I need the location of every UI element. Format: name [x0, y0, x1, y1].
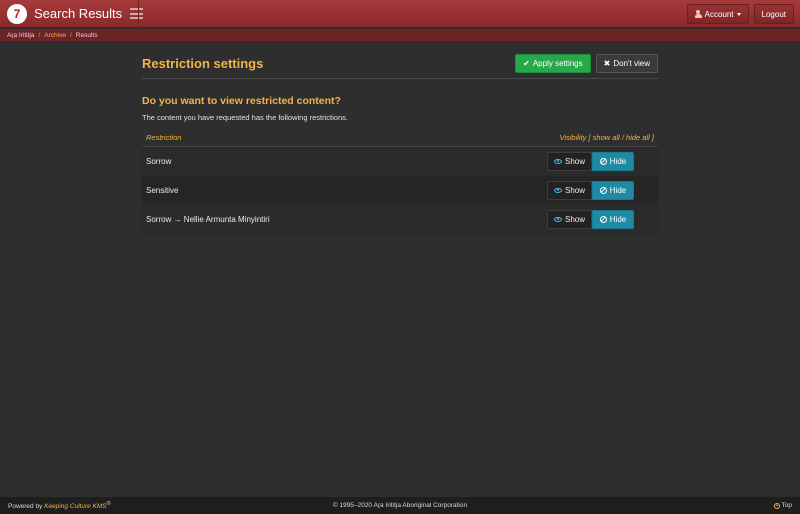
eye-icon — [553, 216, 562, 222]
restriction-question: Do you want to view restricted content? — [142, 95, 341, 107]
logout-button[interactable]: Logout — [753, 4, 794, 24]
ban-icon — [599, 186, 607, 194]
powered-by: Powered by Keeping Culture KMS® — [8, 500, 111, 511]
arrow-up-circle-icon — [773, 502, 780, 509]
close-icon: ✖ — [603, 58, 611, 68]
hide-button[interactable]: Hide — [592, 180, 634, 200]
breadcrumb: Aṟa Irititja / Archive / Results — [0, 29, 800, 41]
show-all-link[interactable]: show all — [593, 133, 620, 142]
user-icon — [694, 10, 702, 18]
table-row: Sorrow → Nellie Armunta Minyintiri Show … — [142, 205, 658, 234]
show-button[interactable]: Show — [547, 209, 592, 229]
table-row: Sorrow Show Hide — [142, 147, 658, 176]
eye-icon — [553, 158, 562, 164]
navbar: 7 Search Results Account Logout — [0, 0, 800, 28]
show-button[interactable]: Show — [547, 180, 592, 200]
breadcrumb-separator: / — [38, 31, 41, 39]
breadcrumb-home[interactable]: Aṟa Irititja — [7, 32, 34, 39]
breadcrumb-results: Results — [75, 31, 98, 39]
dont-view-button[interactable]: ✖ Don't view — [595, 53, 658, 73]
hamburger-menu-icon[interactable] — [130, 8, 144, 19]
copyright: © 1995–2020 Aṟa Irititja Aboriginal Corp… — [332, 502, 468, 509]
footer: Powered by Keeping Culture KMS® © 1995–2… — [0, 497, 800, 514]
navbar-divider — [138, 0, 139, 28]
visibility-toggle: Show Hide — [547, 209, 634, 229]
restrictions-table: Restriction Visibility [ show all / hide… — [142, 128, 658, 234]
check-icon: ✔ — [523, 58, 530, 68]
column-visibility: Visibility [ show all / hide all ] — [559, 132, 654, 142]
back-to-top-link[interactable]: Top — [773, 502, 792, 509]
hide-all-link[interactable]: hide all — [626, 133, 650, 142]
apply-settings-button[interactable]: ✔ Apply settings — [515, 53, 591, 73]
visibility-toggle: Show Hide — [547, 151, 634, 171]
hide-button[interactable]: Hide — [592, 151, 634, 171]
restriction-label: Sensitive — [146, 185, 179, 195]
breadcrumb-archive[interactable]: Archive — [44, 32, 66, 39]
account-dropdown-button[interactable]: Account — [686, 4, 749, 24]
ban-icon — [599, 215, 607, 223]
restriction-label: Sorrow — [146, 156, 172, 166]
show-button[interactable]: Show — [547, 151, 592, 171]
ban-icon — [599, 157, 607, 165]
app-logo[interactable]: 7 — [7, 3, 27, 24]
table-row: Sensitive Show Hide — [142, 176, 658, 205]
breadcrumb-separator: / — [69, 31, 72, 39]
hide-button[interactable]: Hide — [592, 209, 634, 229]
main-content: Restriction settings ✔ Apply settings ✖ … — [142, 52, 658, 234]
restriction-label: Sorrow → Nellie Armunta Minyintiri — [146, 214, 270, 224]
caret-down-icon — [736, 12, 741, 16]
restriction-description: The content you have requested has the f… — [142, 113, 348, 122]
visibility-toggle: Show Hide — [547, 180, 634, 200]
divider — [142, 78, 658, 79]
eye-icon — [553, 187, 562, 193]
kms-link[interactable]: Keeping Culture KMS — [44, 503, 107, 510]
column-restriction: Restriction — [146, 132, 182, 142]
page-title: Restriction settings — [142, 55, 264, 71]
account-label: Account — [704, 9, 734, 19]
page-title-nav: Search Results — [34, 6, 123, 21]
table-header: Restriction Visibility [ show all / hide… — [142, 128, 658, 147]
